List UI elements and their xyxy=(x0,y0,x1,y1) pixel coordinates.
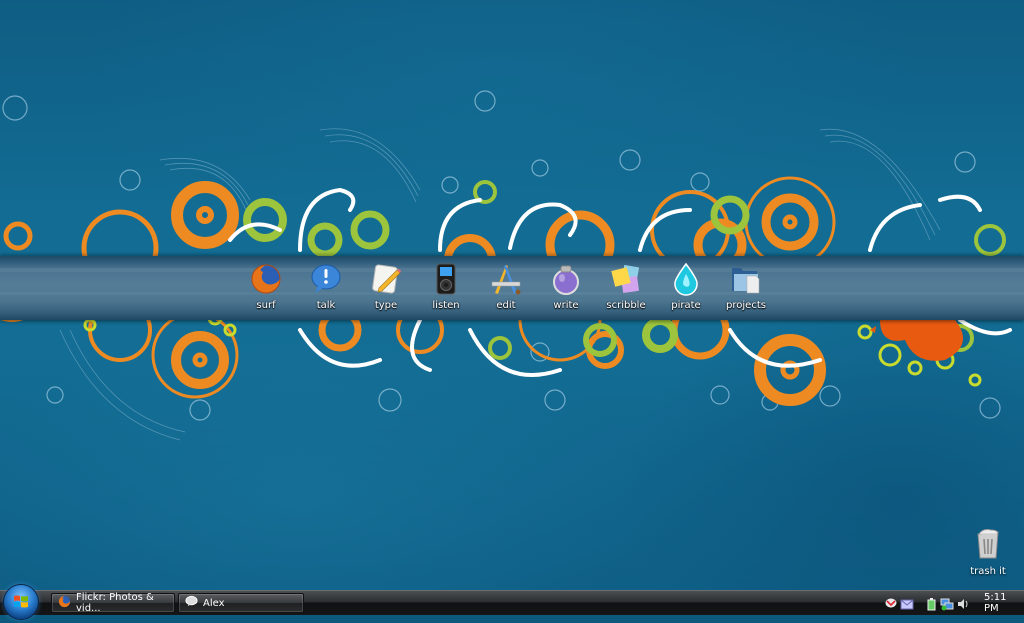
taskbar-button-label: Alex xyxy=(203,597,225,609)
taskbar-button-label: Flickr: Photos & vid... xyxy=(76,592,154,614)
dock-item-type[interactable]: type xyxy=(356,258,416,318)
dock-item-pirate[interactable]: pirate xyxy=(656,258,716,318)
dock-item-label: scribble xyxy=(606,300,646,311)
dock-item-listen[interactable]: listen xyxy=(416,258,476,318)
folder-icon xyxy=(729,262,763,296)
trash-desktop-icon[interactable]: trash it xyxy=(962,528,1014,582)
water-drop-icon xyxy=(669,262,703,296)
dock-item-label: projects xyxy=(726,300,766,311)
dock-item-label: surf xyxy=(256,300,276,311)
dock: surf talk type listen edit write scribbl… xyxy=(236,258,776,318)
taskbar-button-firefox[interactable]: Flickr: Photos & vid... xyxy=(51,592,175,614)
battery-plug-icon[interactable] xyxy=(924,596,938,611)
dock-item-label: pirate xyxy=(671,300,701,311)
dock-item-edit[interactable]: edit xyxy=(476,258,536,318)
trash-can-icon xyxy=(975,528,1001,564)
dock-item-label: type xyxy=(374,300,398,311)
notepad-pencil-icon xyxy=(369,262,403,296)
dock-item-label: edit xyxy=(496,300,516,311)
network-icon[interactable] xyxy=(940,596,954,611)
firefox-icon xyxy=(58,595,71,611)
chat-bubble-icon xyxy=(185,595,198,611)
volume-icon[interactable] xyxy=(956,596,970,610)
mail-icon[interactable] xyxy=(900,596,914,610)
system-tray: 5:11 PM xyxy=(884,591,1024,615)
clock[interactable]: 5:11 PM xyxy=(984,592,1024,614)
trash-label: trash it xyxy=(970,566,1006,577)
dock-item-surf[interactable]: surf xyxy=(236,258,296,318)
ink-bottle-icon xyxy=(549,262,583,296)
desktop: surf talk type listen edit write scribbl… xyxy=(0,0,1024,590)
sticky-notes-icon xyxy=(609,262,643,296)
pencil-brush-ruler-icon xyxy=(489,262,523,296)
ipod-icon xyxy=(429,262,463,296)
dock-item-label: write xyxy=(553,300,579,311)
dock-item-projects[interactable]: projects xyxy=(716,258,776,318)
dock-item-label: listen xyxy=(432,300,460,311)
chat-bubble-icon xyxy=(309,262,343,296)
gmail-notifier-icon[interactable] xyxy=(884,596,898,610)
firefox-icon xyxy=(249,262,283,296)
dock-item-scribble[interactable]: scribble xyxy=(596,258,656,318)
dock-item-talk[interactable]: talk xyxy=(296,258,356,318)
taskbar-button-chat[interactable]: Alex xyxy=(178,593,304,613)
dock-item-write[interactable]: write xyxy=(536,258,596,318)
dock-item-label: talk xyxy=(316,300,336,311)
taskbar: Flickr: Photos & vid... Alex 5:11 PM xyxy=(0,585,1024,619)
